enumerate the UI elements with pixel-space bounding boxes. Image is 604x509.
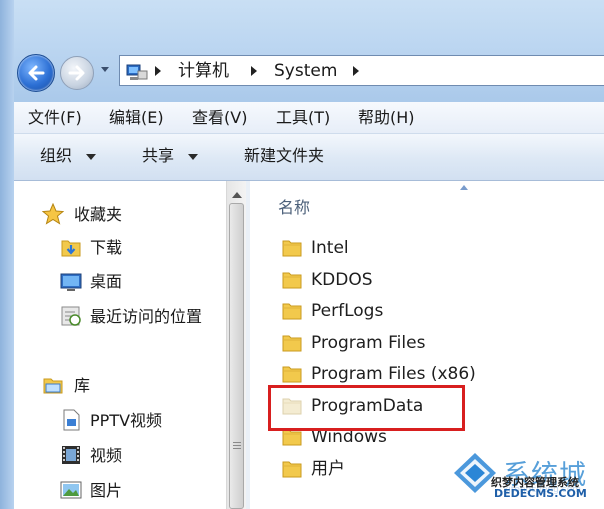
forward-button[interactable] <box>60 56 94 90</box>
grip-line <box>233 442 241 443</box>
folder-icon <box>282 240 302 257</box>
nav-libraries[interactable]: 库 <box>74 376 90 396</box>
breadcrumb-computer[interactable]: 计算机 <box>178 60 229 82</box>
folder-icon <box>282 303 302 320</box>
nav-videos[interactable]: 视频 <box>90 446 122 466</box>
menu-edit[interactable]: 编辑(E) <box>109 108 164 128</box>
folder-icon <box>282 335 302 351</box>
recent-pages-dropdown[interactable] <box>100 66 110 74</box>
folder-icon <box>282 366 302 383</box>
organize-dropdown-icon <box>86 154 96 160</box>
folder-row[interactable]: Program Files (x86) <box>281 361 581 387</box>
grip-line <box>233 448 241 449</box>
breadcrumb-system[interactable]: System <box>274 60 337 82</box>
share-button[interactable]: 共享 <box>142 146 174 166</box>
nav-downloads[interactable]: 下载 <box>90 238 122 258</box>
navigation-pane-scrollbar[interactable] <box>226 181 247 509</box>
arrow-left-icon <box>28 65 45 81</box>
breadcrumb-separator-icon[interactable] <box>250 65 258 77</box>
folder-name: PerfLogs <box>311 301 384 321</box>
folder-name: Program Files <box>311 332 426 353</box>
window-left-border <box>0 0 14 509</box>
breadcrumb-separator-icon[interactable] <box>154 65 162 77</box>
libraries-icon <box>43 378 63 394</box>
highlight-annotation <box>268 385 465 431</box>
menu-bar: 文件(F) 编辑(E) 查看(V) 工具(T) 帮助(H) <box>14 102 604 134</box>
nav-desktop[interactable]: 桌面 <box>90 272 122 292</box>
menu-tools[interactable]: 工具(T) <box>276 108 330 128</box>
scroll-up-icon[interactable] <box>232 192 242 198</box>
column-header-name[interactable]: 名称 <box>278 194 310 218</box>
scrollbar-thumb[interactable] <box>229 203 244 509</box>
share-dropdown-icon <box>188 154 198 160</box>
new-folder-button[interactable]: 新建文件夹 <box>244 146 324 166</box>
star-icon <box>42 203 64 225</box>
arrow-right-icon <box>68 65 85 81</box>
document-icon <box>63 409 80 431</box>
folder-row[interactable]: Intel <box>281 235 581 261</box>
nav-favorites[interactable]: 收藏夹 <box>74 205 122 225</box>
nav-recent-places[interactable]: 最近访问的位置 <box>90 307 202 327</box>
folder-row[interactable]: PerfLogs <box>281 298 581 324</box>
menu-file[interactable]: 文件(F) <box>28 108 82 128</box>
address-bar[interactable]: 计算机 System <box>119 55 604 86</box>
folder-icon <box>282 272 302 288</box>
nav-pptv[interactable]: PPTV视频 <box>90 411 162 431</box>
folder-name: KDDOS <box>311 269 373 290</box>
film-icon <box>62 446 80 464</box>
navigation-pane: 收藏夹 下载 桌面 最近访问的位置 库 PPTV视频 视频 图片 <box>14 181 226 509</box>
organize-button[interactable]: 组织 <box>40 146 72 166</box>
recent-places-icon <box>61 306 81 326</box>
desktop-icon <box>60 273 82 291</box>
folder-name: Intel <box>311 238 349 258</box>
folder-row[interactable]: Program Files <box>281 330 581 356</box>
watermark-domain: DEDECMS.COM <box>494 487 587 500</box>
breadcrumb-separator-icon[interactable] <box>352 65 360 77</box>
menu-help[interactable]: 帮助(H) <box>358 108 415 128</box>
window-titlebar <box>0 0 604 102</box>
back-button[interactable] <box>17 54 55 92</box>
menu-view[interactable]: 查看(V) <box>192 108 247 128</box>
nav-pictures[interactable]: 图片 <box>90 481 122 501</box>
command-bar: 组织 共享 新建文件夹 <box>14 134 604 181</box>
folder-icon <box>282 461 302 477</box>
grip-line <box>233 445 241 446</box>
folder-name: Program Files (x86) <box>311 364 476 384</box>
computer-icon <box>126 64 148 80</box>
downloads-folder-icon <box>61 240 81 257</box>
folder-row[interactable]: KDDOS <box>281 267 581 293</box>
pictures-icon <box>60 481 82 499</box>
folder-name: 用户 <box>311 458 345 479</box>
sort-ascending-icon <box>460 185 468 190</box>
